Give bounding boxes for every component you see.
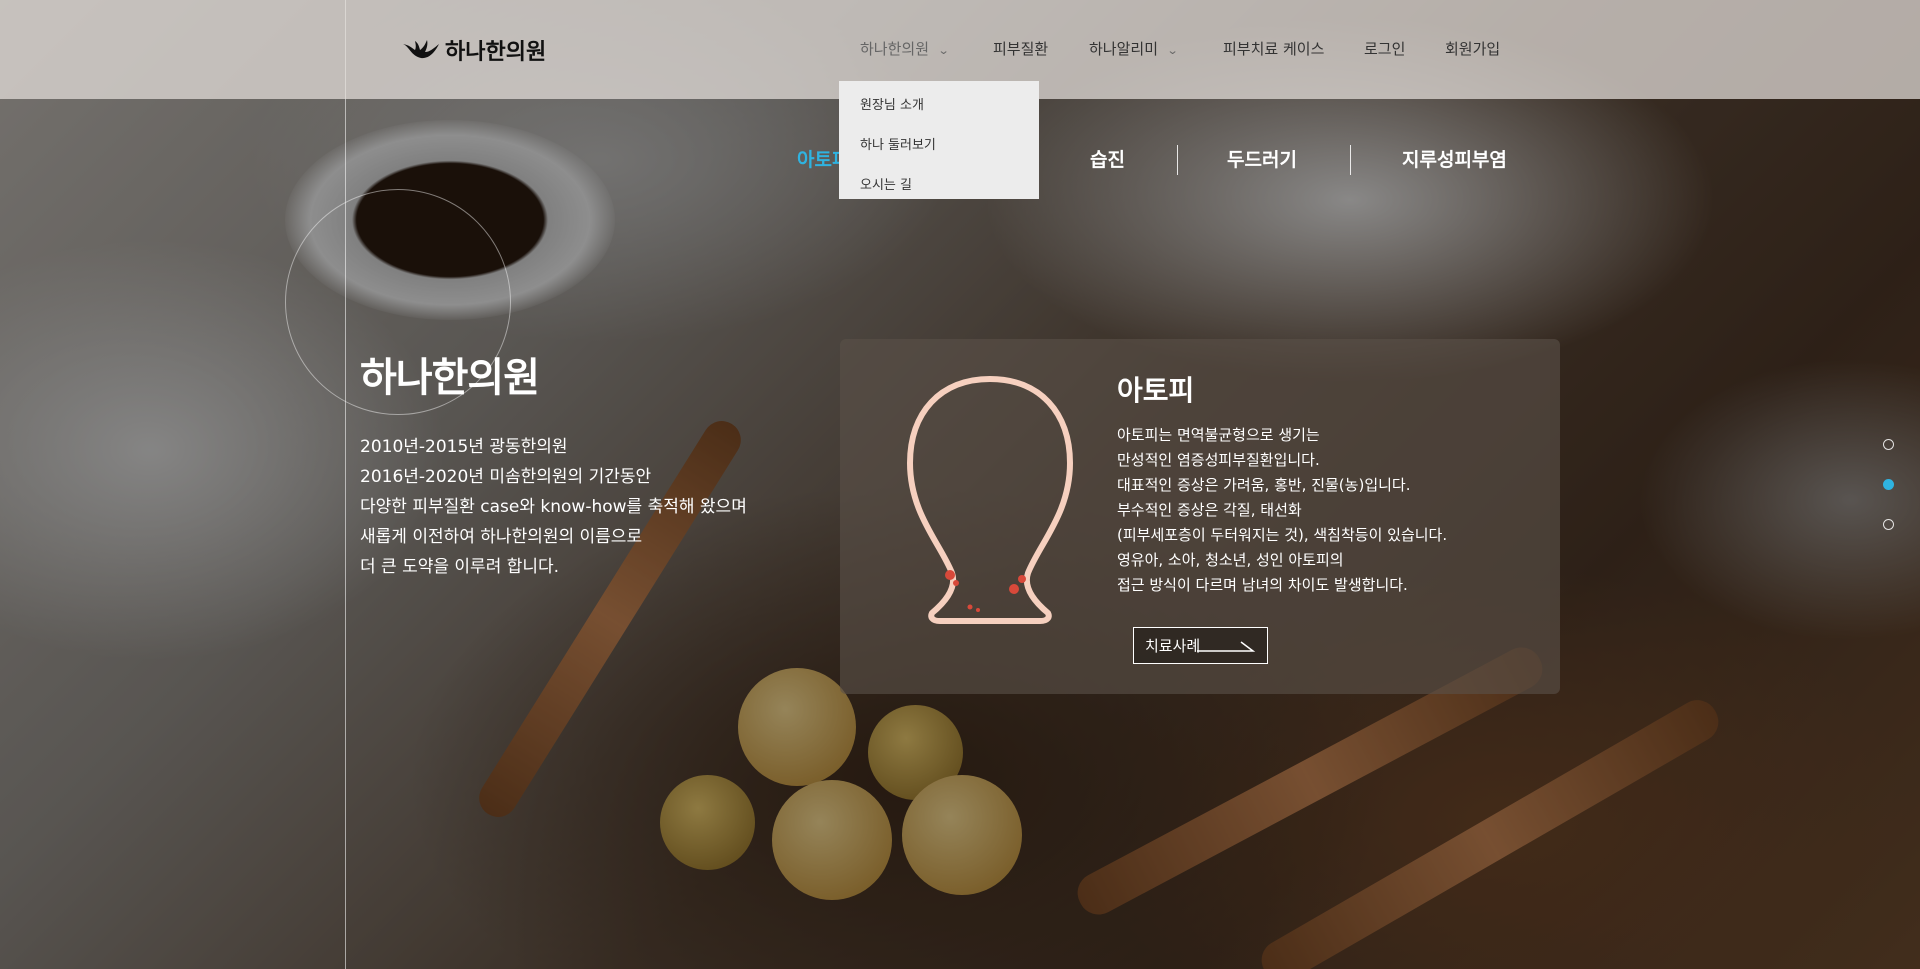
nav-item-label: 회원가입: [1445, 40, 1501, 58]
nav-item-label: 피부치료 케이스: [1223, 40, 1325, 58]
intro-line: 2016년-2020년 미솜한의원의 기간동안: [360, 467, 652, 487]
dropdown-item-clinic-tour[interactable]: 하나 둘러보기: [839, 129, 1039, 169]
panel-line: 영유아, 소아, 청소년, 성인 아토피의: [1117, 551, 1344, 569]
nav-item-skin-disease[interactable]: 피부질환: [993, 38, 1048, 59]
slide-pager-dot[interactable]: [1883, 519, 1894, 530]
nav-item-label: 하나한의원: [860, 40, 930, 58]
panel-title: 아토피: [1117, 374, 1195, 407]
nav-item-label: 로그인: [1364, 40, 1406, 58]
panel-description: 아토피는 면역불균형으로 생기는 만성적인 염증성피부질환입니다. 대표적인 증…: [1117, 423, 1447, 598]
intro-title: 하나한의원: [360, 355, 540, 401]
nav-item-hana-notice[interactable]: 하나알리미 ⌄: [1089, 38, 1179, 59]
panel-line: 부수적인 증상은 각질, 태선화: [1117, 501, 1302, 519]
nav-item-label: 피부질환: [993, 40, 1049, 58]
intro-line: 새롭게 이전하여 하나한의원의 이름으로: [360, 527, 643, 547]
intro-line: 다양한 피부질환 case와 know-how를 축적해 왔으며: [360, 497, 747, 517]
nav-dropdown-menu: 원장님 소개 하나 둘러보기 오시는 길: [839, 81, 1039, 199]
slide-pager-dot[interactable]: [1883, 439, 1894, 450]
dropdown-item-director-intro[interactable]: 원장님 소개: [839, 89, 1039, 129]
nav-item-signup[interactable]: 회원가입: [1445, 38, 1500, 59]
tab-seborrheic-dermatitis[interactable]: 지루성피부염: [1402, 145, 1507, 172]
intro-line: 2010년-2015년 광동한의원: [360, 437, 568, 457]
tab-divider: [1350, 145, 1351, 175]
treatment-cases-button[interactable]: 치료사례: [1133, 627, 1268, 664]
dropdown-item-directions[interactable]: 오시는 길: [839, 169, 1039, 209]
nav-item-label: 하나알리미: [1089, 40, 1159, 58]
panel-line: 만성적인 염증성피부질환입니다.: [1117, 451, 1320, 469]
panel-line: (피부세포층이 두터워지는 것), 색침착등이 있습니다.: [1117, 526, 1448, 544]
head-neck-figure-icon: [907, 376, 1073, 624]
tab-urticaria[interactable]: 두드러기: [1227, 145, 1297, 172]
panel-line: 아토피는 면역불균형으로 생기는: [1117, 426, 1320, 444]
chevron-down-icon: ⌄: [1166, 44, 1179, 57]
nav-item-hana-clinic[interactable]: 하나한의원 ⌄: [860, 38, 950, 59]
nav-item-login[interactable]: 로그인: [1364, 38, 1405, 59]
intro-line: 더 큰 도약을 이루려 합니다.: [360, 557, 560, 577]
panel-line: 접근 방식이 다르며 남녀의 차이도 발생합니다.: [1117, 576, 1408, 594]
panel-line: 대표적인 증상은 가려움, 홍반, 진물(농)입니다.: [1117, 476, 1411, 494]
tab-eczema[interactable]: 습진: [1090, 145, 1125, 172]
slide-pager-dot-active[interactable]: [1883, 479, 1894, 490]
button-label: 치료사례: [1145, 637, 1201, 655]
main-nav: 하나한의원 ⌄ 피부질환 하나알리미 ⌄ 피부치료 케이스 로그인 회원가입: [0, 38, 1920, 62]
disease-info-panel: 아토피 아토피는 면역불균형으로 생기는 만성적인 염증성피부질환입니다. 대표…: [840, 339, 1560, 694]
tab-divider: [1177, 145, 1178, 175]
intro-text: 2010년-2015년 광동한의원 2016년-2020년 미솜한의원의 기간동…: [360, 432, 747, 582]
arrow-right-icon: [1197, 641, 1256, 652]
chevron-down-icon: ⌄: [937, 44, 950, 57]
nav-item-treatment-cases[interactable]: 피부치료 케이스: [1223, 38, 1324, 59]
